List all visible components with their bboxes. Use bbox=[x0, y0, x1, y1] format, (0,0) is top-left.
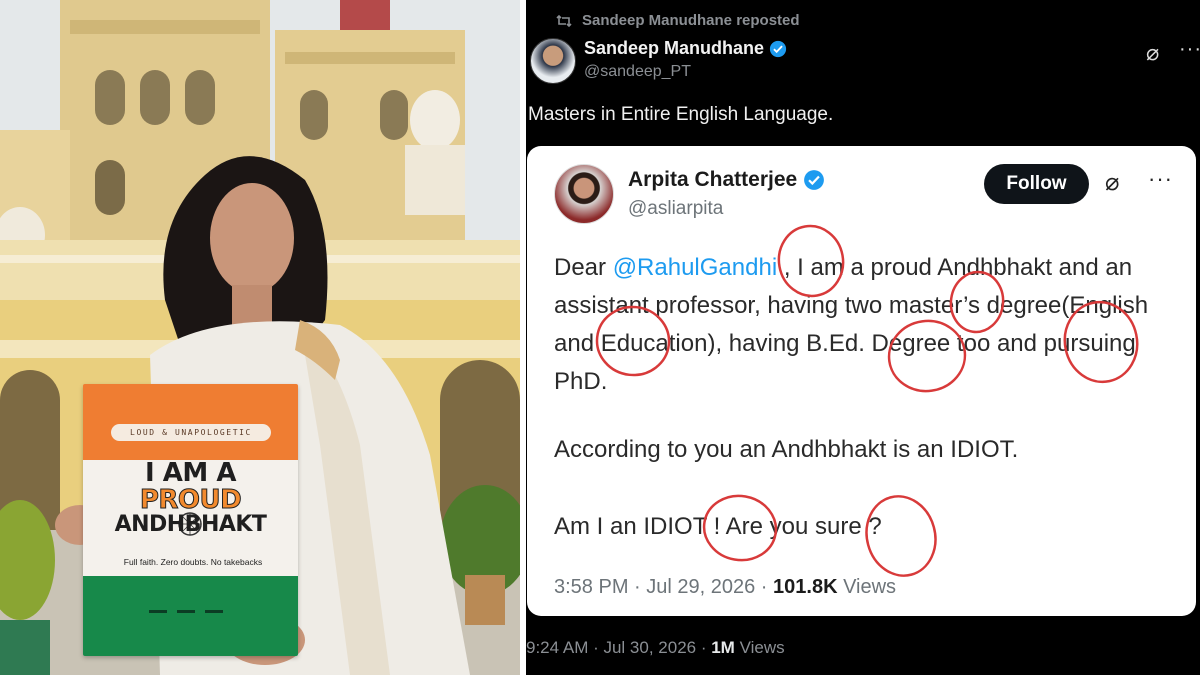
quoted-views-count: 101.8K bbox=[773, 576, 838, 598]
sign-tagline: LOUD & UNAPOLOGETIC bbox=[111, 424, 271, 441]
sign-green-band bbox=[83, 576, 298, 656]
avatar[interactable] bbox=[530, 38, 576, 84]
quoted-tweet-card[interactable]: Arpita Chatterjee @asliarpita Follow ⌀ ·… bbox=[527, 146, 1196, 616]
follow-button[interactable]: Follow bbox=[984, 164, 1089, 204]
tweet-panel: Sandeep Manudhane reposted Sandeep Manud… bbox=[526, 0, 1200, 675]
tweet-text: Masters in Entire English Language. bbox=[528, 104, 834, 125]
quoted-avatar[interactable] bbox=[554, 164, 614, 224]
protest-sign: LOUD & UNAPOLOGETIC I AM A PROUD ANDHBHA… bbox=[83, 384, 298, 656]
body-prefix: Dear bbox=[554, 254, 613, 281]
more-icon[interactable]: ··· bbox=[1179, 38, 1200, 61]
quoted-tweet-body: Dear @RahulGandhi , I am a proud Andhbha… bbox=[554, 249, 1174, 401]
repost-header: Sandeep Manudhane reposted bbox=[556, 12, 800, 29]
tweet-views-count: 1M bbox=[711, 638, 735, 657]
sign-line-1: I AM A bbox=[145, 458, 236, 488]
quoted-tweet-meta: 3:58 PM · Jul 29, 2026 · 101.8K Views bbox=[554, 576, 896, 599]
quoted-author-name-text[interactable]: Arpita Chatterjee bbox=[628, 168, 797, 192]
author-name[interactable]: Sandeep Manudhane bbox=[584, 38, 787, 59]
sign-line-3: ANDHBHAKT bbox=[114, 512, 267, 537]
sign-dashes bbox=[149, 610, 229, 613]
quoted-author-handle[interactable]: @asliarpita bbox=[628, 198, 723, 220]
tweet-timestamp[interactable]: 9:24 AM · Jul 30, 2026 · bbox=[526, 638, 711, 657]
quoted-views-label: Views bbox=[837, 576, 897, 598]
grok-icon[interactable]: ⌀ bbox=[1105, 168, 1119, 197]
quoted-tweet-para-2: According to you an Andhbhakt is an IDIO… bbox=[554, 436, 1019, 463]
mention-link[interactable]: @RahulGandhi bbox=[613, 254, 777, 281]
sign-small-text: Full faith. Zero doubts. No takebacks bbox=[123, 557, 263, 567]
repost-label: Sandeep Manudhane reposted bbox=[582, 12, 800, 29]
photo-panel: LOUD & UNAPOLOGETIC I AM A PROUD ANDHBHA… bbox=[0, 0, 520, 675]
repost-icon bbox=[556, 14, 572, 27]
quoted-tweet-para-3: Am I an IDIOT ! Are you sure ? bbox=[554, 513, 882, 540]
verified-badge-icon bbox=[804, 170, 825, 190]
quoted-timestamp[interactable]: 3:58 PM · Jul 29, 2026 · bbox=[554, 576, 773, 598]
grok-icon[interactable]: ⌀ bbox=[1146, 40, 1159, 66]
quoted-author-name[interactable]: Arpita Chatterjee bbox=[628, 168, 825, 192]
author-name-text[interactable]: Sandeep Manudhane bbox=[584, 38, 764, 59]
tweet-views-label: Views bbox=[734, 638, 785, 657]
more-icon[interactable]: ··· bbox=[1148, 166, 1173, 192]
author-handle[interactable]: @sandeep_PT bbox=[584, 63, 691, 81]
verified-badge-icon bbox=[769, 40, 787, 57]
tweet-meta: 9:24 AM · Jul 30, 2026 · 1M Views bbox=[526, 638, 785, 658]
sign-saffron-band bbox=[83, 384, 298, 460]
